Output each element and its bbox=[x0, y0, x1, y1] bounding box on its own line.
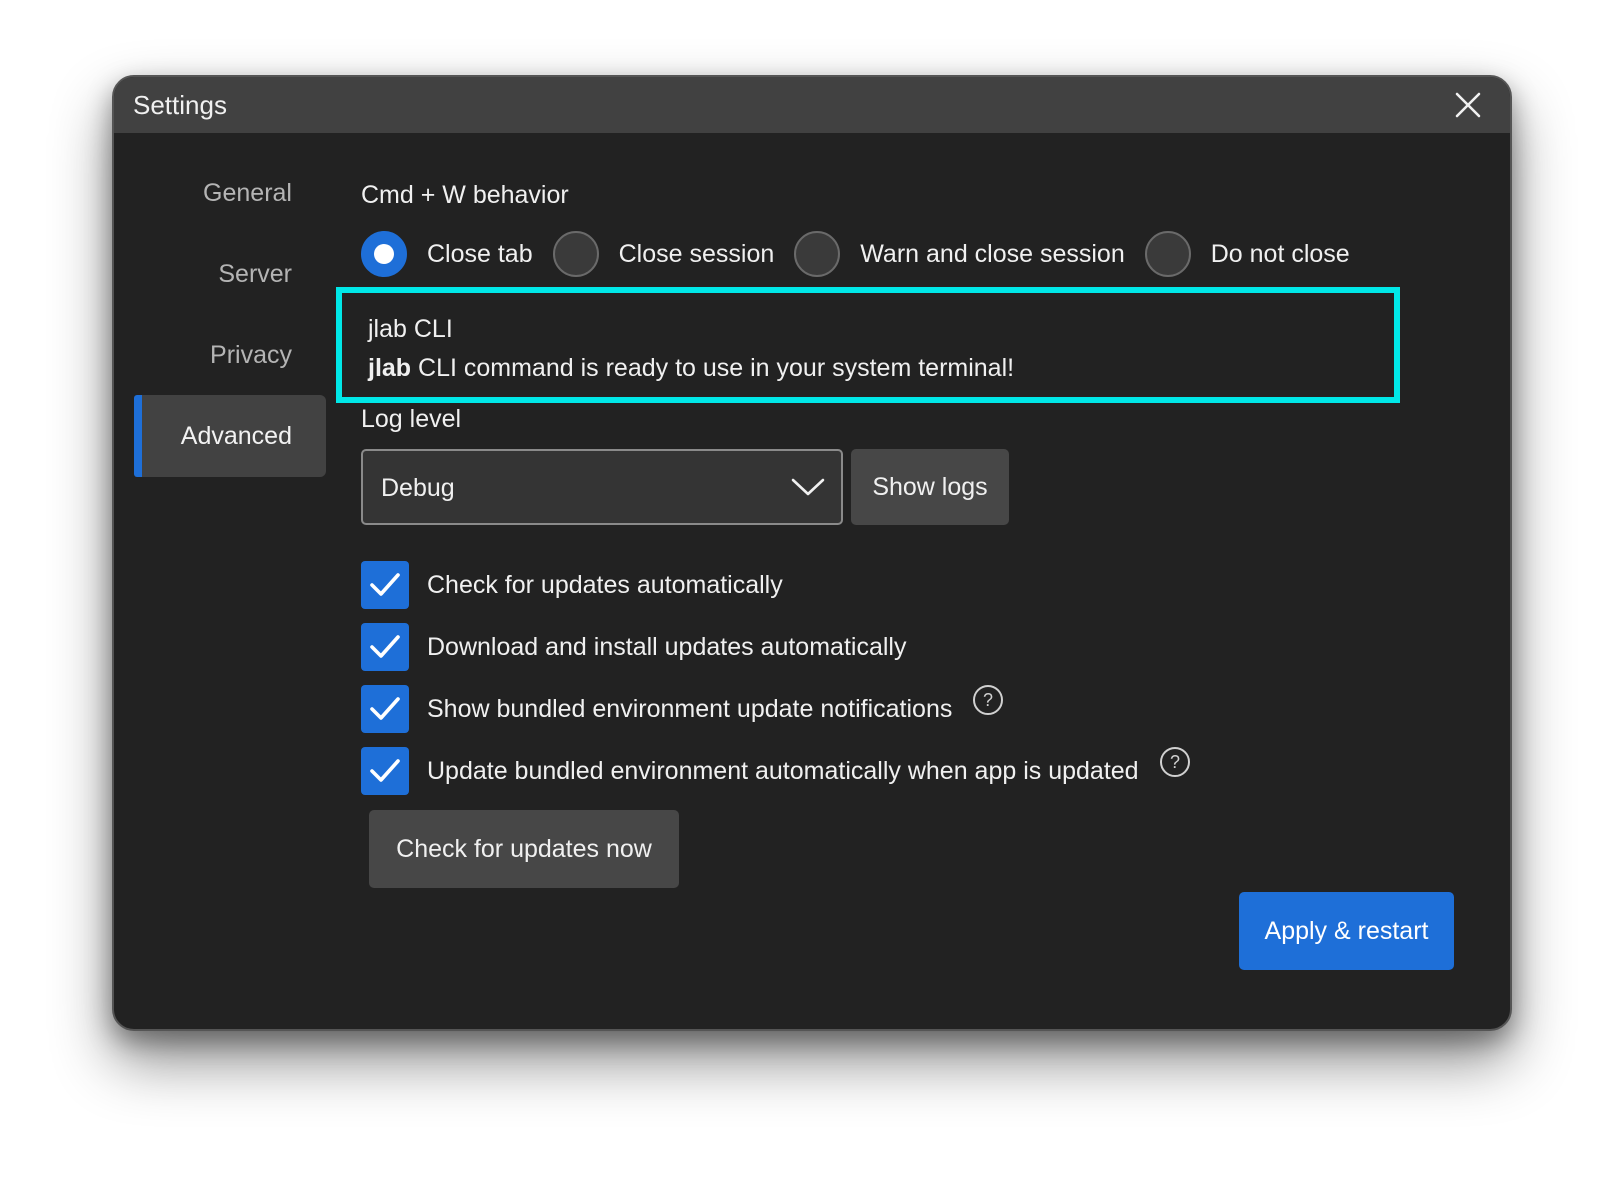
checkmark-icon bbox=[370, 573, 400, 596]
radio-warn-and-close-session[interactable] bbox=[794, 231, 841, 277]
jlab-cli-status-message: jlab CLI command is ready to use in your… bbox=[368, 354, 1014, 383]
radio-close-tab[interactable] bbox=[361, 231, 407, 277]
settings-content: General Server Privacy Advanced Cmd + W … bbox=[114, 77, 1510, 1029]
sidebar-item-advanced[interactable]: Advanced bbox=[134, 395, 326, 477]
cmd-w-behavior-label: Cmd + W behavior bbox=[361, 181, 569, 209]
bundled-env-auto-update-checkbox[interactable] bbox=[361, 747, 409, 795]
show-logs-button[interactable]: Show logs bbox=[851, 449, 1009, 525]
checkmark-icon bbox=[370, 759, 400, 782]
radio-do-not-close[interactable] bbox=[1144, 231, 1191, 277]
jlab-cli-title: jlab CLI bbox=[368, 315, 453, 343]
cmd-w-radio-group: Close tab Close session Warn and close s… bbox=[361, 229, 1370, 279]
apply-and-restart-button[interactable]: Apply & restart bbox=[1239, 892, 1454, 970]
check-updates-automatically-row: Check for updates automatically bbox=[361, 561, 783, 609]
log-level-label: Log level bbox=[361, 405, 462, 433]
radio-label-do-not-close[interactable]: Do not close bbox=[1211, 240, 1350, 269]
download-install-updates-checkbox[interactable] bbox=[361, 623, 409, 671]
jlab-command-name: jlab bbox=[368, 354, 412, 382]
radio-close-session[interactable] bbox=[552, 231, 599, 277]
help-icon[interactable]: ? bbox=[972, 684, 1004, 716]
log-level-selected-value: Debug bbox=[381, 474, 455, 502]
download-install-updates-row: Download and install updates automatical… bbox=[361, 623, 906, 671]
jlab-cli-section: jlab CLI jlab CLI command is ready to us… bbox=[336, 287, 1400, 403]
jlab-cli-message-text: CLI command is ready to use in your syst… bbox=[411, 354, 1015, 382]
svg-text:?: ? bbox=[983, 690, 993, 710]
help-icon[interactable]: ? bbox=[1159, 746, 1191, 778]
sidebar-item-server[interactable]: Server bbox=[134, 233, 326, 315]
checkmark-icon bbox=[370, 697, 400, 720]
sidebar-item-general[interactable]: General bbox=[134, 152, 326, 234]
chevron-down-icon bbox=[791, 475, 825, 499]
settings-window: Settings General Server Privacy Advanced… bbox=[112, 75, 1512, 1031]
bundled-env-auto-update-label[interactable]: Update bundled environment automatically… bbox=[427, 757, 1139, 786]
bundled-env-notifications-label[interactable]: Show bundled environment update notifica… bbox=[427, 695, 952, 724]
check-updates-automatically-label[interactable]: Check for updates automatically bbox=[427, 571, 783, 600]
check-updates-automatically-checkbox[interactable] bbox=[361, 561, 409, 609]
bundled-env-notifications-checkbox[interactable] bbox=[361, 685, 409, 733]
radio-label-close-session[interactable]: Close session bbox=[619, 240, 775, 269]
radio-label-close-tab[interactable]: Close tab bbox=[427, 240, 533, 269]
radio-label-warn-and-close-session[interactable]: Warn and close session bbox=[860, 240, 1124, 269]
check-for-updates-now-button[interactable]: Check for updates now bbox=[369, 810, 679, 888]
sidebar-item-privacy[interactable]: Privacy bbox=[134, 314, 326, 396]
log-level-select[interactable]: Debug bbox=[361, 449, 843, 525]
svg-text:?: ? bbox=[1170, 752, 1180, 772]
checkmark-icon bbox=[370, 635, 400, 658]
download-install-updates-label[interactable]: Download and install updates automatical… bbox=[427, 633, 906, 662]
bundled-env-notifications-row: Show bundled environment update notifica… bbox=[361, 685, 1004, 733]
bundled-env-auto-update-row: Update bundled environment automatically… bbox=[361, 747, 1191, 795]
